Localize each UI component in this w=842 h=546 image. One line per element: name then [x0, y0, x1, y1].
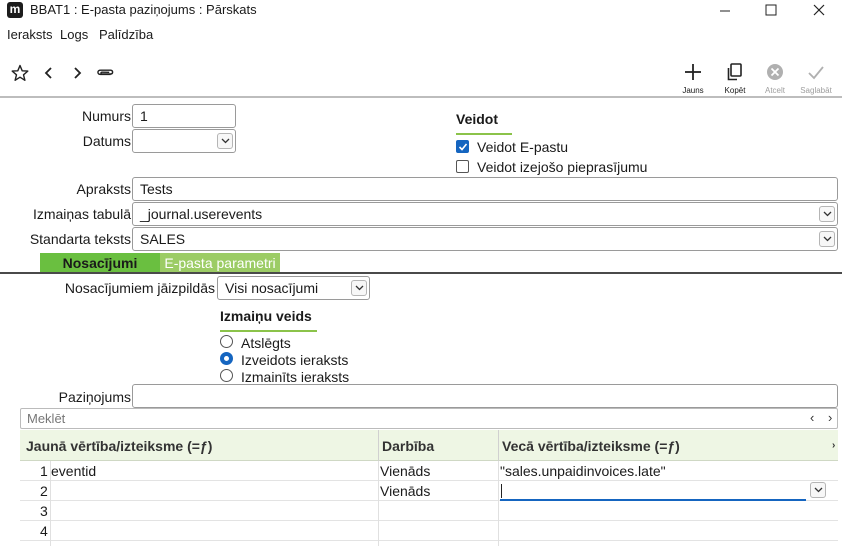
row-number: 4 [40, 523, 48, 539]
copy-icon [727, 63, 742, 81]
minimize-icon [720, 10, 730, 12]
veidot-epastu-checkbox[interactable] [456, 140, 469, 153]
favorite-star-icon[interactable] [10, 64, 30, 84]
text-cursor [501, 484, 502, 498]
col-more-chevron-icon[interactable]: › [832, 440, 835, 451]
izmainas-tabula-select[interactable]: _journal.userevents [132, 202, 838, 226]
app-logo: m [7, 2, 23, 18]
cell-old-value-editor[interactable] [500, 482, 806, 501]
standarta-teksts-label: Standarta teksts [29, 231, 131, 247]
cell-action[interactable]: Vienāds [380, 483, 430, 499]
table-row[interactable]: 1 eventid Vienāds "sales.unpaidinvoices.… [20, 461, 838, 481]
col-separator [378, 430, 379, 461]
tab-epasta-parametri[interactable]: E-pasta parametri [160, 253, 280, 272]
grid-column-line [498, 461, 499, 546]
apraksts-label: Apraksts [76, 181, 131, 197]
menu-bar: Ieraksts Logs Palīdzība [0, 24, 842, 44]
maximize-icon [765, 4, 777, 16]
nosacijumiem-label: Nosacījumiem jāizpildās [64, 280, 215, 296]
cell-old-value[interactable]: "sales.unpaidinvoices.late" [500, 463, 666, 479]
col-veca-vertiba[interactable]: Vecā vērtība/izteiksme (=ƒ) [502, 438, 680, 454]
forward-chevron-icon[interactable] [67, 64, 87, 84]
izmainas-tabula-label: Izmaiņas tabulā [32, 206, 131, 222]
menu-logs[interactable]: Logs [60, 27, 88, 42]
col-jauna-vertiba[interactable]: Jaunā vērtība/izteiksme (=ƒ) [26, 438, 212, 454]
tab-nosacijumi[interactable]: Nosacījumi [40, 253, 160, 272]
table-row[interactable]: 2 Vienāds [20, 481, 838, 501]
minimize-button[interactable] [702, 0, 748, 20]
veidot-epastu-label: Veidot E-pastu [477, 139, 569, 155]
cancel-button[interactable]: Atcelt [753, 62, 797, 95]
search-placeholder: Meklēt [27, 411, 66, 426]
chevron-down-icon[interactable] [351, 280, 367, 296]
row-number: 3 [40, 503, 48, 519]
cell-new-value[interactable]: eventid [51, 463, 96, 479]
cancel-icon [767, 64, 783, 80]
copy-button[interactable]: Kopēt [713, 62, 757, 95]
numurs-label: Numurs [81, 108, 131, 124]
check-icon [458, 143, 468, 151]
grid-search-bar[interactable]: Meklēt ‹ › [20, 408, 838, 429]
nosacijumiem-select[interactable]: Visi nosacījumi [217, 276, 370, 300]
chevron-down-icon[interactable] [819, 206, 835, 222]
row-number: 1 [40, 463, 48, 479]
veidot-pieprasijumu-checkbox[interactable] [456, 160, 469, 173]
pazinojums-field[interactable] [132, 384, 838, 408]
maximize-button[interactable] [748, 0, 794, 20]
datums-select[interactable] [132, 129, 236, 153]
grid-column-line [378, 461, 379, 546]
menu-ieraksts[interactable]: Ieraksts [7, 27, 53, 42]
col-separator [498, 430, 499, 461]
back-chevron-icon[interactable] [39, 64, 59, 84]
close-button[interactable] [796, 0, 842, 20]
row-number: 2 [40, 483, 48, 499]
izmainu-veids-heading: Izmaiņu veids [220, 308, 317, 332]
grid-header: Jaunā vērtība/izteiksme (=ƒ) Darbība Vec… [20, 430, 838, 461]
checkmark-icon [808, 66, 824, 80]
datums-label: Datums [82, 133, 131, 149]
table-row[interactable]: 3 [20, 501, 838, 521]
cell-action[interactable]: Vienāds [380, 463, 430, 479]
radio-atslegts-label: Atslēgts [241, 335, 291, 351]
table-row[interactable]: 4 [20, 521, 838, 541]
pazinojums-label: Paziņojums [58, 389, 131, 405]
grid-column-line [50, 461, 51, 546]
close-icon [813, 4, 825, 16]
chevron-down-icon[interactable] [810, 482, 826, 498]
save-button[interactable]: Saglabāt [794, 62, 838, 95]
col-darbiba[interactable]: Darbība [382, 438, 434, 454]
menu-palidziba[interactable]: Palīdzība [99, 27, 153, 42]
veidot-heading: Veidot [456, 111, 512, 135]
scroll-right-chevron-icon[interactable]: › [828, 410, 832, 425]
standarta-teksts-select[interactable]: SALES [132, 227, 838, 251]
radio-izveidots-label: Izveidots ieraksts [241, 352, 349, 368]
radio-atslegts[interactable] [220, 335, 233, 348]
plus-icon [685, 64, 701, 80]
toolbar: Jauns Kopēt Atcelt Saglabāt [0, 50, 842, 98]
scroll-left-chevron-icon[interactable]: ‹ [810, 410, 814, 425]
chevron-down-icon[interactable] [819, 231, 835, 247]
numurs-field[interactable]: 1 [132, 104, 236, 128]
radio-izmainits[interactable] [220, 369, 233, 382]
attachment-paperclip-icon[interactable] [96, 64, 116, 84]
chevron-down-icon[interactable] [217, 133, 233, 149]
veidot-pieprasijumu-label: Veidot izejošo pieprasījumu [477, 159, 648, 175]
new-button[interactable]: Jauns [671, 62, 715, 95]
window-title: BBAT1 : E-pasta paziņojums : Pārskats [30, 2, 257, 17]
apraksts-field[interactable]: Tests [132, 177, 838, 201]
radio-izveidots[interactable] [220, 352, 233, 365]
tab-divider [0, 272, 842, 274]
radio-izmainits-label: Izmainīts ieraksts [241, 369, 350, 385]
title-bar: m BBAT1 : E-pasta paziņojums : Pārskats [0, 0, 842, 22]
